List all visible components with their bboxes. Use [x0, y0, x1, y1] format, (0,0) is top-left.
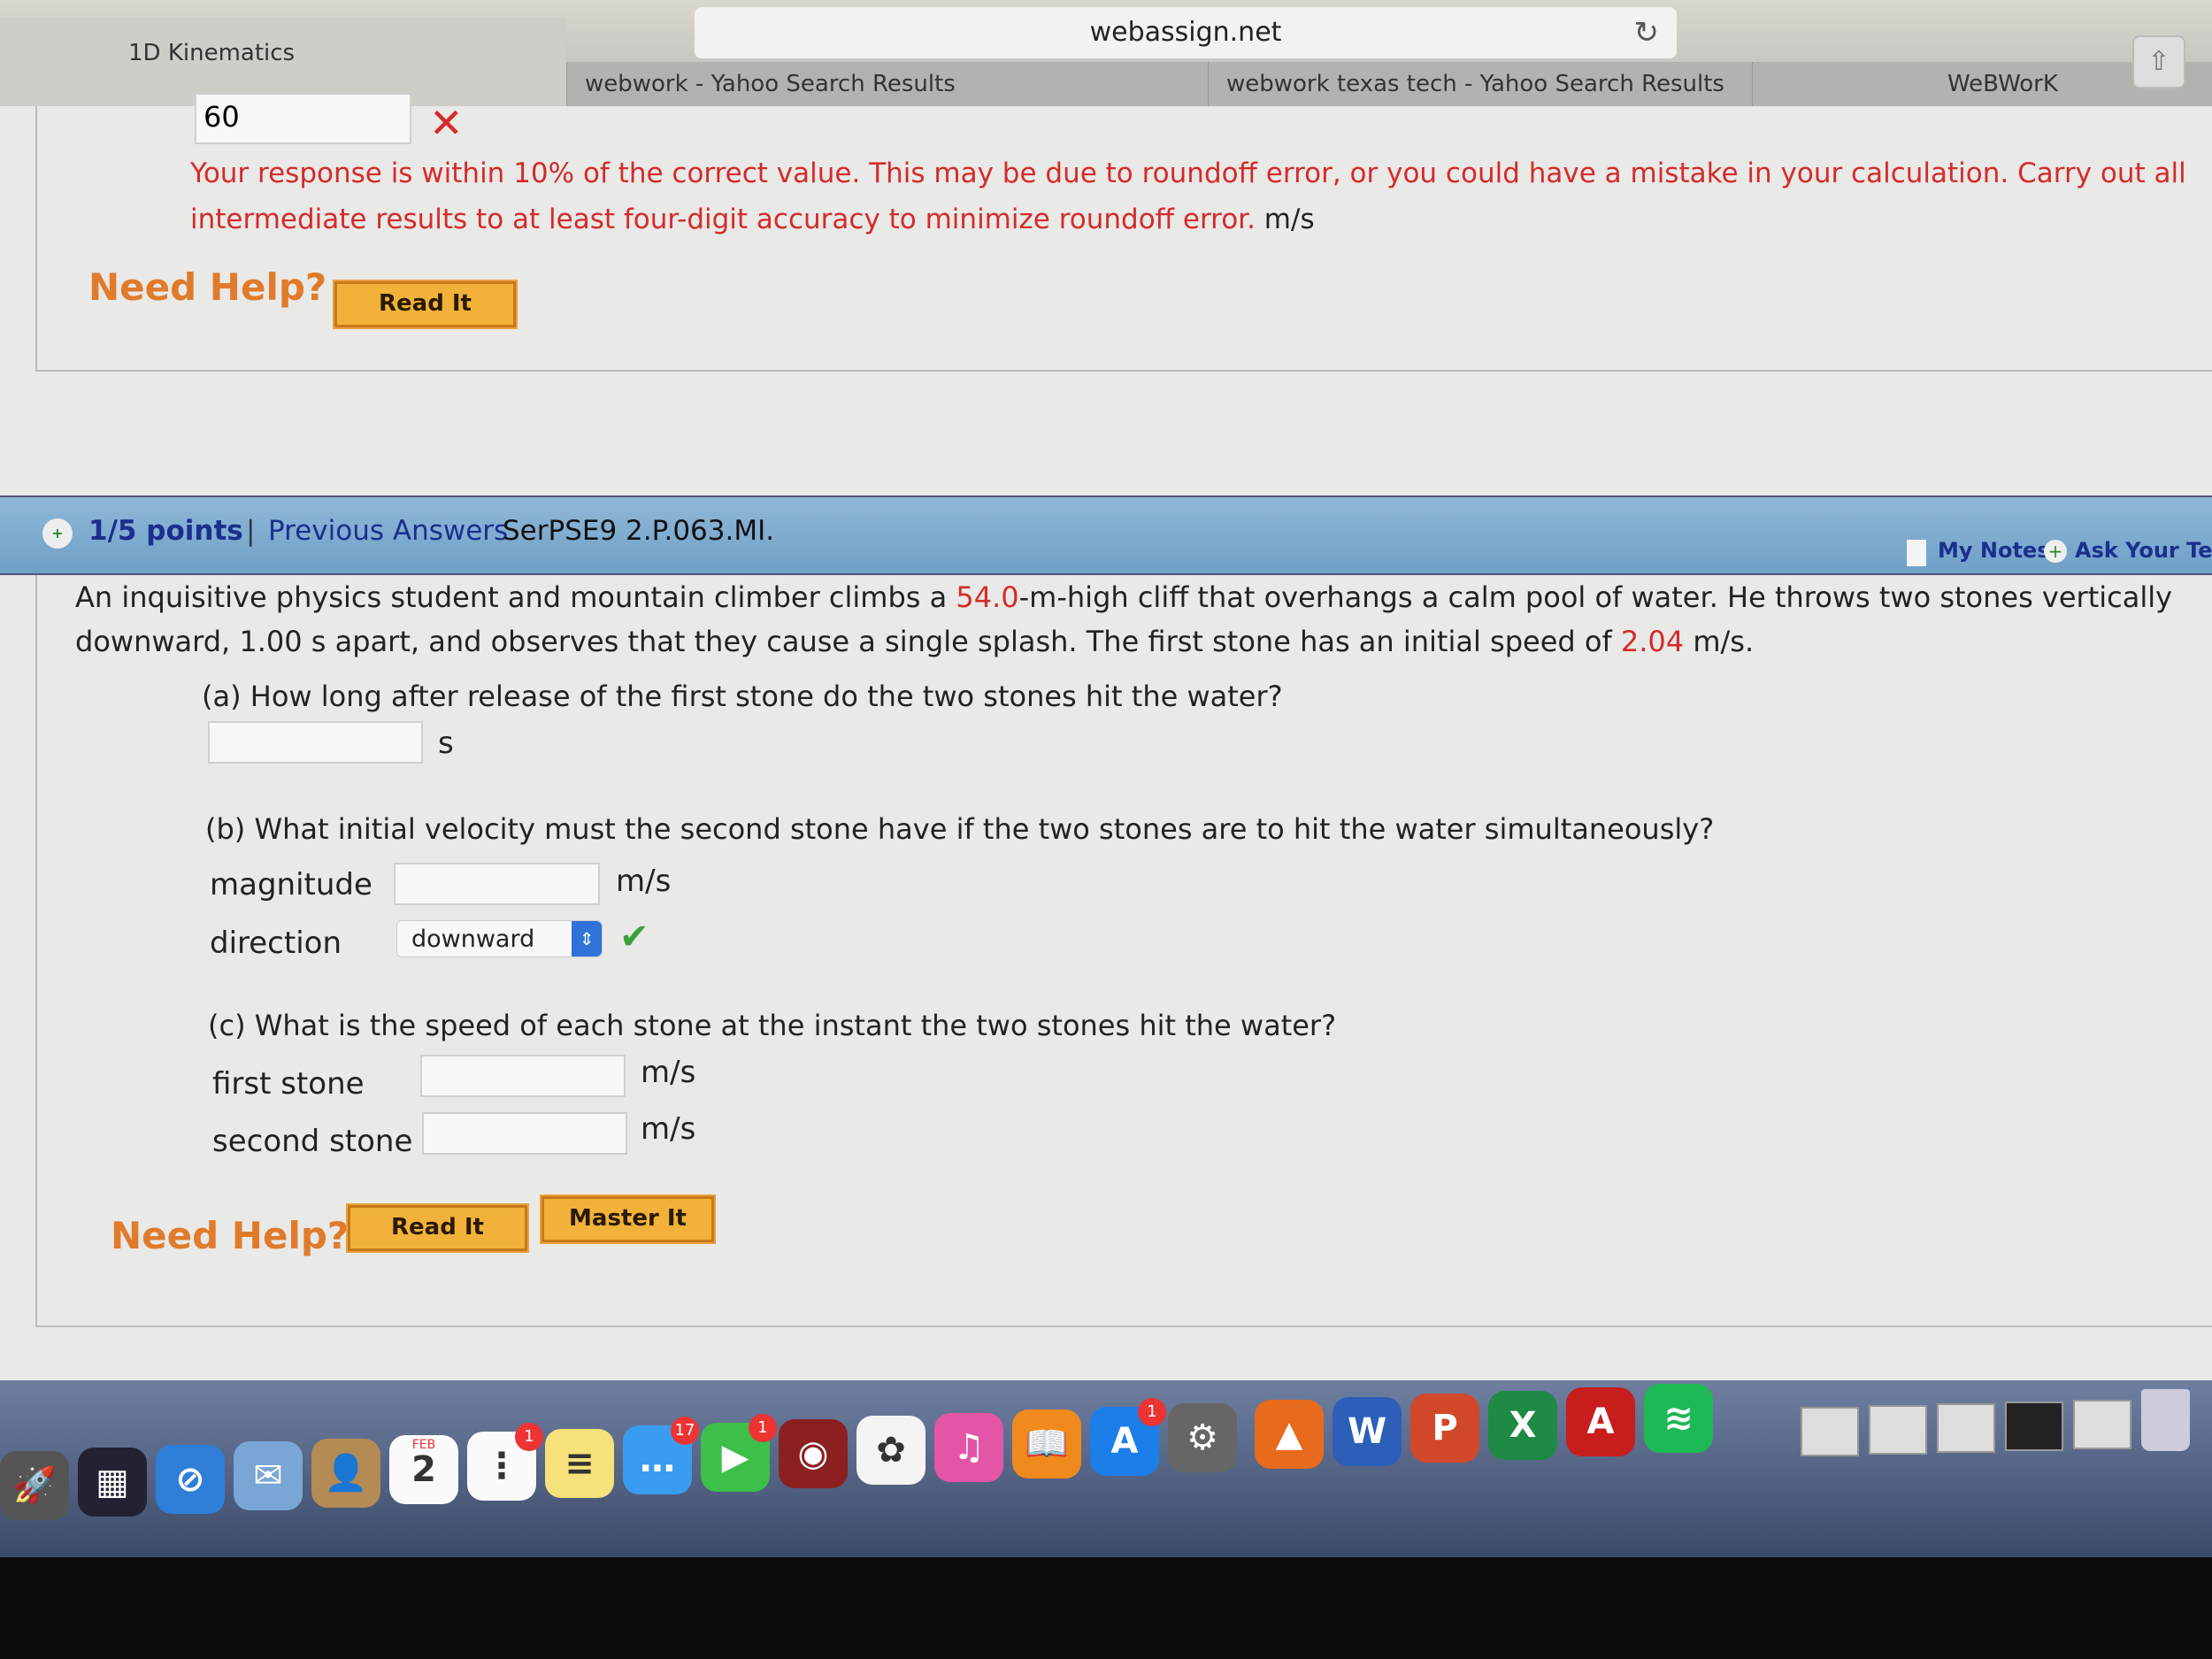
prev-answer-input[interactable]: 60 [195, 93, 411, 144]
part-a-prompt: (a) How long after release of the first … [202, 680, 1283, 713]
notification-badge: 1 [749, 1413, 777, 1442]
calendar-month: FEB [411, 1438, 436, 1452]
app-store-icon[interactable]: A1 [1090, 1397, 1166, 1476]
acrobat-icon[interactable]: A [1566, 1387, 1635, 1456]
reminders-icon[interactable]: ⋮ 1 [467, 1423, 543, 1502]
direction-select[interactable]: downward ⇕ [396, 920, 603, 957]
matlab-icon[interactable]: ▲ [1255, 1400, 1324, 1470]
address-bar[interactable]: webassign.net ↻ [695, 7, 1677, 58]
question-text: An inquisitive physics student and mount… [75, 575, 2181, 664]
tab-webwork-texas-tech[interactable]: webwork texas tech - Yahoo Search Result… [1208, 62, 1752, 106]
correct-check-icon: ✔ [619, 917, 649, 957]
mission-control-icon[interactable]: ▦ [78, 1448, 147, 1517]
text-part: m/s. [1684, 625, 1755, 658]
second-stone-input[interactable] [422, 1112, 627, 1155]
read-it-button[interactable]: Read It [333, 280, 518, 329]
safari-icon[interactable]: ⊘ [156, 1444, 225, 1514]
system-preferences-icon[interactable]: ⚙ [1168, 1403, 1237, 1472]
ask-plus-icon: + [2044, 540, 2067, 563]
ask-teacher-link[interactable]: Ask Your Teach [2075, 538, 2212, 563]
question-header: + 1/5 points | Previous Answers SerPSE9 … [0, 495, 2212, 575]
incorrect-x-icon: ✕ [429, 99, 464, 147]
minimized-window[interactable] [1801, 1407, 1859, 1456]
share-icon[interactable]: ⇧ [2132, 35, 2185, 88]
launchpad-icon[interactable]: 🚀 [0, 1451, 69, 1520]
part-c-prompt: (c) What is the speed of each stone at t… [208, 1009, 1337, 1042]
minimized-window[interactable] [1937, 1403, 1995, 1453]
feedback-text: Your response is within 10% of the corre… [190, 157, 2186, 235]
part-b-prompt: (b) What initial velocity must the secon… [205, 812, 1715, 846]
magnitude-unit: m/s [616, 864, 672, 899]
notes-icon[interactable]: ≡ [545, 1428, 614, 1498]
mail-icon[interactable]: ✉ [234, 1441, 303, 1511]
master-it-button[interactable]: Master It [540, 1194, 716, 1244]
notification-badge: 17 [671, 1417, 699, 1446]
initial-speed-value: 2.04 [1620, 625, 1685, 658]
excel-icon[interactable]: X [1488, 1390, 1557, 1460]
minimized-window[interactable] [1869, 1405, 1927, 1455]
plus-icon: + [42, 518, 73, 549]
cliff-height-value: 54.0 [956, 580, 1019, 614]
select-arrows-icon: ⇕ [572, 921, 602, 956]
powerpoint-icon[interactable]: P [1410, 1394, 1479, 1463]
browser-toolbar: webassign.net ↻ 1D Kinematics webwork - Y… [0, 0, 2212, 106]
word-icon[interactable]: W [1333, 1396, 1402, 1466]
screen: webassign.net ↻ 1D Kinematics webwork - Y… [0, 0, 2212, 1425]
need-help-label: Need Help? [111, 1214, 349, 1257]
my-notes-link[interactable]: My Notes [1938, 538, 2050, 563]
notification-badge: 1 [1138, 1397, 1166, 1426]
first-stone-unit: m/s [641, 1055, 696, 1090]
notes-icon [1907, 540, 1926, 566]
first-stone-label: first stone [212, 1066, 365, 1102]
divider: | [246, 515, 256, 547]
second-stone-label: second stone [212, 1124, 413, 1159]
reload-icon[interactable]: ↻ [1634, 7, 1660, 58]
photos-icon[interactable]: ✿ [856, 1416, 926, 1486]
points: 1/5 points [88, 515, 243, 547]
previous-answers-link[interactable]: Previous Answers [268, 515, 508, 547]
trash-icon[interactable] [2141, 1389, 2190, 1451]
itunes-icon[interactable]: ♫ [934, 1412, 1003, 1482]
prev-unit: m/s [1263, 204, 1315, 235]
feedback-message: Your response is within 10% of the corre… [190, 150, 2199, 242]
minimized-window[interactable] [2073, 1400, 2131, 1449]
text-part: An inquisitive physics student and mount… [75, 580, 956, 614]
tab-webwork-yahoo[interactable]: webwork - Yahoo Search Results [566, 62, 1208, 106]
notification-badge: 1 [515, 1423, 543, 1452]
direction-label: direction [210, 926, 342, 961]
facetime-icon[interactable]: ▶ 1 [701, 1413, 777, 1492]
messages-icon[interactable]: … 17 [623, 1417, 699, 1495]
part-a-input[interactable] [208, 721, 423, 764]
question-id: SerPSE9 2.P.063.MI. [503, 515, 775, 547]
minimized-window[interactable] [2005, 1402, 2063, 1451]
direction-selected-value: downward [411, 926, 535, 953]
photo-booth-icon[interactable]: ◉ [779, 1419, 848, 1488]
need-help-label: Need Help? [88, 265, 327, 309]
second-stone-unit: m/s [641, 1111, 696, 1147]
ibooks-icon[interactable]: 📖 [1012, 1409, 1081, 1479]
dock: 🚀 ▦ ⊘ ✉ 👤 2 FEB ⋮ 1 ≡… 17 ▶ 1 ◉ ✿ ♫ 📖 A 1 ⚙ ▲ W P X A ≋ [0, 1380, 2212, 1557]
contacts-icon[interactable]: 👤 [311, 1438, 380, 1508]
first-stone-input[interactable] [420, 1055, 626, 1097]
spotify-icon[interactable]: ≋ [1644, 1384, 1713, 1454]
url-text: webassign.net [1089, 17, 1282, 48]
magnitude-input[interactable] [394, 863, 600, 905]
calendar-icon[interactable]: 2 FEB [389, 1435, 458, 1504]
part-a-unit: s [438, 726, 454, 761]
read-it-button[interactable]: Read It [346, 1203, 529, 1253]
magnitude-label: magnitude [210, 867, 373, 902]
